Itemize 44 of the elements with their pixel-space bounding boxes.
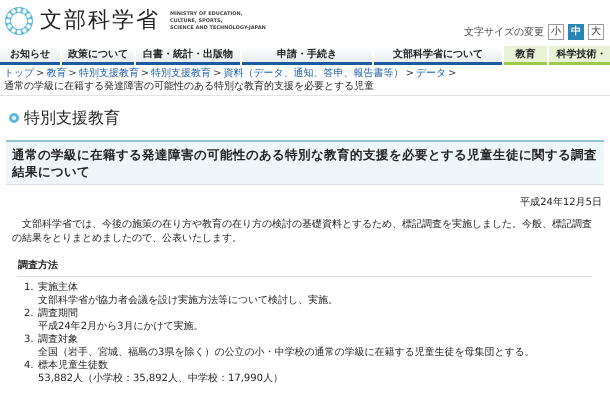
item-detail: 全国（岩手、宮城、福島の3県を除く）の公立の小・中学校の通常の学級に在籍する児童生徒を母集団とする。 [38,346,534,359]
breadcrumb-separator: > [68,67,77,80]
font-size-button[interactable]: 中 [568,24,584,40]
breadcrumb-separator: > [140,67,150,80]
item-detail: 文部科学省が協力者会議を設け実施方法等について検討し、実施。 [38,294,338,307]
logo-text: 文部科学省 [40,10,160,32]
breadcrumb-current-page: 通常の学級に在籍する発達障害の可能性のある特別な教育的支援を必要とする児童 [4,80,374,93]
list-number: 2. [24,307,34,321]
item-term: 実施主体 [38,281,79,294]
item-detail: 53,882人（小学校：35,892人、中学校：17,990人） [38,372,283,385]
intro-paragraph: 文部科学省では、今後の施策の在り方や教育の在り方の検討の基礎資料とするため、標記調査を実施しました。今般、標記調査の結果をとりまとめましたので、公表いたします。 [11,218,593,246]
item-detail: 平成24年2月から3月にかけて実施。 [38,320,204,333]
page-heading: 特別支援教育 [24,107,120,129]
list-number: 4. [24,359,34,373]
breadcrumb-link[interactable]: トップ [4,67,34,80]
font-size-button[interactable]: 小 [548,24,564,40]
nav-tab[interactable]: 申請・手続き [242,46,372,65]
flower-logo-icon [4,6,34,36]
nav-tab[interactable]: 科学技術・ [549,46,610,65]
nav-tab[interactable]: 政策について [62,46,134,65]
item-term: 標本児童生徒数 [38,359,109,372]
nav-tab[interactable]: 教育 [504,46,547,65]
font-size-button[interactable]: 大 [588,24,604,40]
bullet-icon [8,112,20,124]
breadcrumb-link[interactable]: 特別支援教育 [151,67,212,80]
breadcrumb-separator: > [36,67,44,80]
section-heading: 調査方法 [18,258,592,277]
breadcrumb-link[interactable]: 特別支援教育 [78,67,139,80]
item-term: 調査対象 [38,333,79,346]
breadcrumb-link[interactable]: データ [416,67,446,80]
nav-tab[interactable]: お知らせ [0,46,60,65]
article-title: 通常の学級に在籍する発達障害の可能性のある特別な教育的支援を必要とする児童生徒に関する調査結果について [6,140,604,185]
breadcrumb-separator: > [213,67,222,80]
font-size-label: 文字サイズの変更 [464,26,544,40]
nav-tab[interactable]: 文部科学省について [374,46,502,65]
date-text: 平成24年12月5日 [519,196,602,210]
item-term: 調査期間 [38,307,79,320]
list-number: 1. [24,281,34,295]
breadcrumb-link[interactable]: 資料（データ、通知、答申、報告書等） [224,67,404,80]
nav-tab[interactable]: 白書・統計・出版物 [136,46,240,65]
breadcrumb-separator: > [406,67,414,80]
breadcrumb-link[interactable]: 教育 [46,67,66,80]
breadcrumb-separator: > [448,67,456,80]
list-number: 3. [24,333,34,347]
